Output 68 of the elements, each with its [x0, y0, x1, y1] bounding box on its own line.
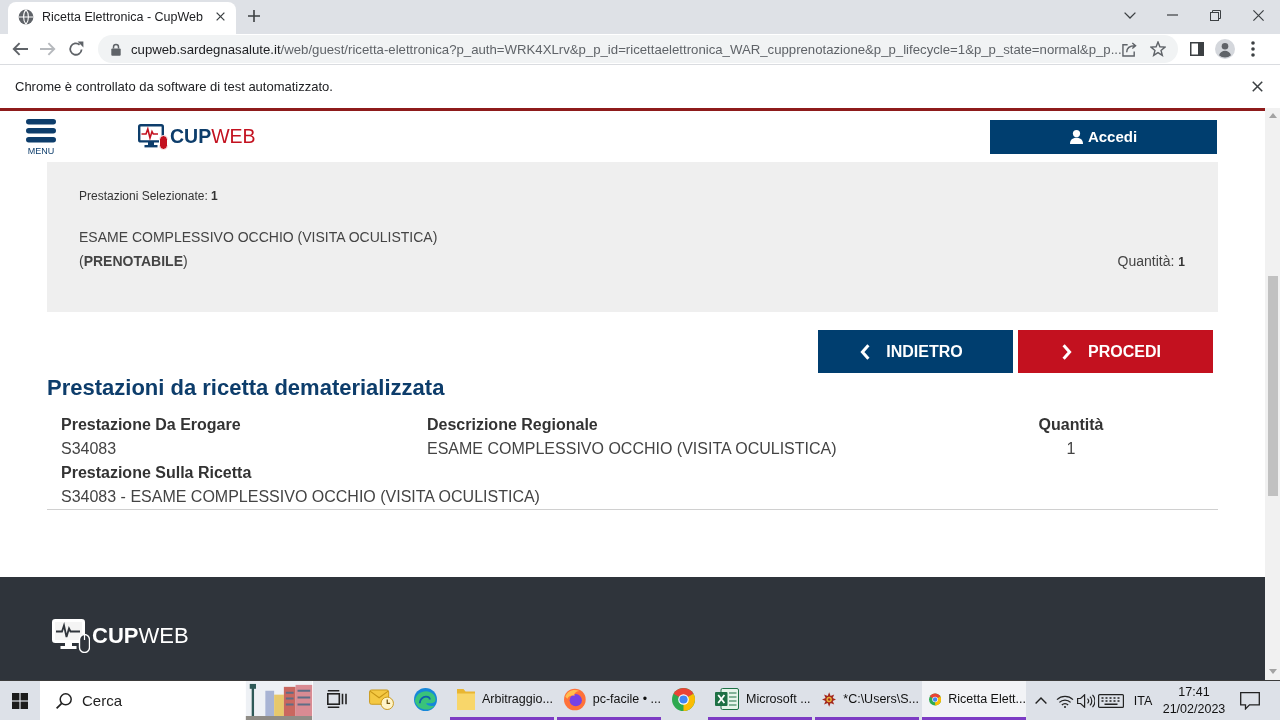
keyboard-icon[interactable] [1098, 693, 1124, 708]
field-label: Descrizione Regionale [427, 415, 598, 435]
start-menu-icon[interactable] [12, 692, 28, 709]
monitor-icon [52, 619, 90, 653]
monitor-icon [138, 123, 168, 150]
scrollbar[interactable] [1265, 108, 1280, 680]
close-icon[interactable] [1253, 9, 1264, 21]
chrome-icon [671, 687, 695, 711]
avatar-icon[interactable] [1215, 39, 1235, 59]
field-label: Quantità [1038, 415, 1104, 435]
mail-icon [368, 688, 394, 710]
chevron-left-icon [860, 343, 871, 360]
user-icon [1069, 129, 1083, 144]
service-name: ESAME COMPLESSIVO OCCHIO (VISITA OCULISTICA) [79, 228, 439, 247]
field-value: ESAME COMPLESSIVO OCCHIO (VISITA OCULISTICA) [427, 439, 837, 459]
address-bar[interactable]: cupweb.sardegnasalute.it/web/guest/ricetta-elettronica?p_auth=WRK4XLrv&p_p_id=ricettaelettronica_WAR_cupprenotazione&p_p_lifecycle=1&p_p_state=normal&p_p... [98, 35, 1178, 63]
excel-icon [715, 688, 739, 710]
logo-link[interactable]: CUPWEB [138, 123, 256, 150]
proceed-button[interactable]: PROCEDI [1018, 330, 1213, 373]
field-value: 1 [1066, 439, 1076, 459]
speaker-icon[interactable] [1077, 693, 1095, 708]
street-drawing [245, 681, 313, 720]
lock-icon[interactable] [111, 42, 121, 56]
field-value: S34083 [61, 439, 117, 459]
scrollbar-thumb[interactable] [1267, 276, 1278, 496]
search-input[interactable]: Cerca [82, 692, 128, 709]
folder-icon [457, 688, 475, 710]
quantity-text: Quantità: 1 [1117, 252, 1185, 271]
login-button[interactable]: Accedi [990, 119, 1217, 154]
notification-icon[interactable] [1240, 691, 1260, 710]
search-icon [56, 692, 72, 709]
task-view-icon [327, 690, 347, 708]
clock-button[interactable]: 17:41 21/02/2023 [1158, 683, 1230, 718]
chevron-right-icon [1062, 343, 1073, 360]
close-icon[interactable] [216, 12, 225, 21]
taskbar-button[interactable]: Microsoft ... [708, 681, 812, 720]
close-icon[interactable] [1252, 81, 1263, 92]
share-icon[interactable] [1122, 41, 1137, 57]
kebab-menu-icon[interactable] [1251, 41, 1255, 57]
booking-status: (PRENOTABILE) [79, 252, 188, 271]
menu-icon [26, 119, 56, 143]
chevron-up-icon[interactable] [1035, 697, 1047, 704]
taskbar-button[interactable]: *C:\Users\S... [815, 681, 919, 720]
infobar-message: Chrome è controllato da software di test automatizzato. [15, 79, 334, 94]
logo-text: CUPWEB [92, 622, 189, 650]
field-label: Prestazione Sulla Ricetta [61, 463, 252, 483]
star-icon[interactable] [1150, 41, 1166, 57]
wifi-icon[interactable] [1056, 693, 1074, 708]
globe-icon [18, 8, 34, 25]
taskbar-button[interactable]: pc-facile • ... [557, 681, 661, 720]
sidebar-icon[interactable] [1190, 42, 1204, 56]
back-button[interactable]: INDIETRO [818, 330, 1013, 373]
new-tab-icon[interactable] [248, 10, 260, 22]
taskbar-button[interactable]: Arbitraggio... [450, 681, 554, 720]
chevron-down-icon[interactable] [1123, 11, 1136, 19]
language-button[interactable]: ITA [1130, 693, 1156, 708]
reload-icon[interactable] [68, 41, 84, 57]
firefox-icon [564, 687, 586, 711]
field-label: Prestazione Da Erogare [61, 415, 241, 435]
taskbar-button[interactable]: Ricetta Elett... [922, 681, 1026, 720]
section-title: Prestazioni da ricetta dematerializzata [47, 374, 446, 402]
edge-icon [413, 687, 437, 711]
browser-tab[interactable]: Ricetta Elettronica - CupWeb [8, 2, 236, 34]
restore-icon[interactable] [1210, 9, 1221, 21]
back-icon[interactable] [12, 42, 28, 56]
menu-button[interactable]: MENU [26, 119, 56, 157]
field-value: S34083 - ESAME COMPLESSIVO OCCHIO (VISITA OCULISTICA) [61, 487, 540, 507]
selected-count: Prestazioni Selezionate: 1 [79, 189, 219, 203]
